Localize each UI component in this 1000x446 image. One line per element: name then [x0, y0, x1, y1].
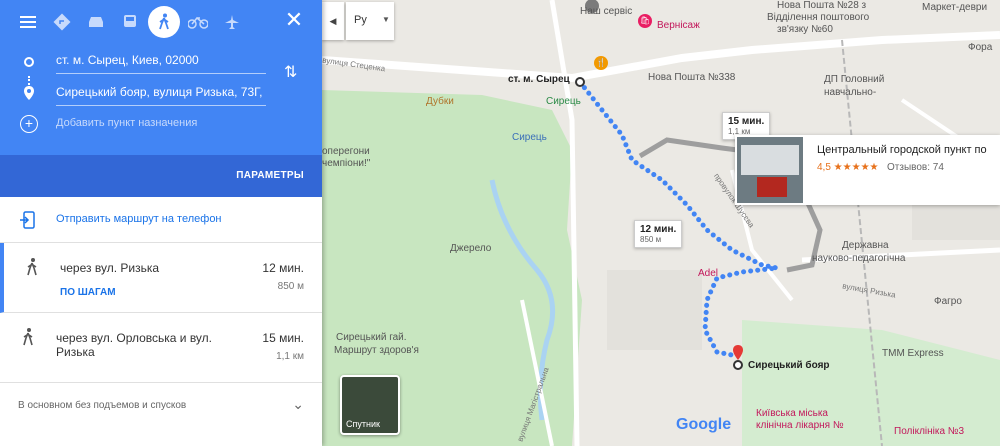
label-syrets-metro[interactable]: Сирець — [546, 96, 581, 107]
origin-marker — [575, 77, 585, 87]
maps-app: ✕ ст. м. Сырец, Киев, 02000 ⇅ Сирецький … — [0, 0, 1000, 446]
walking-icon — [27, 258, 37, 276]
destination-input[interactable]: Сирецький бояр, вулиця Ризька, 73Г, — [56, 85, 266, 106]
car-route-icon[interactable] — [46, 6, 78, 38]
bicycle-icon[interactable] — [182, 6, 214, 38]
label-navchalno[interactable]: навчально- — [824, 87, 876, 98]
route-distance: 1,1 км — [276, 351, 304, 362]
bubble-distance: 850 м — [640, 235, 662, 244]
restaurant-poi-icon[interactable]: 🍴 — [594, 56, 608, 70]
label-klinichna[interactable]: Київська міська — [756, 408, 828, 419]
origin-row: ст. м. Сырец, Киев, 02000 — [0, 48, 322, 78]
google-logo: Google — [676, 416, 732, 433]
label-fora[interactable]: Фора — [968, 42, 992, 53]
elevation-info-label: В основном без подъемов и спусков — [18, 400, 187, 411]
label-derzhavna[interactable]: Державна — [842, 240, 889, 251]
route-time: 15 мин. — [262, 331, 304, 345]
params-bar: ПАРАМЕТРЫ — [0, 155, 322, 197]
elevation-info-row[interactable]: В основном без подъемов и спусков ⌄ — [0, 384, 322, 428]
steps-link[interactable]: ПО ШАГАМ — [60, 287, 116, 298]
place-rating: 4,5 ★★★★★ — [817, 162, 879, 173]
label-zvyazku[interactable]: зв'язку №60 — [777, 24, 833, 35]
route-distance: 850 м — [277, 281, 304, 292]
label-likarnya[interactable]: клінічна лікарня № — [756, 420, 844, 431]
add-destination-row[interactable]: + Добавить пункт назначения — [0, 112, 322, 136]
label-destination[interactable]: Сирецький бояр — [748, 360, 830, 371]
label-nash-servis[interactable]: Наш сервіс — [580, 6, 632, 17]
satellite-toggle[interactable]: Спутник — [340, 375, 400, 435]
directions-panel: ✕ ст. м. Сырец, Киев, 02000 ⇅ Сирецький … — [0, 0, 322, 446]
label-syrets-gai[interactable]: Сирецький гай. — [336, 332, 407, 343]
route-name: через вул. Ризька — [60, 261, 160, 275]
plus-icon: + — [20, 115, 38, 133]
place-card[interactable]: Центральный городской пункт по 4,5 ★★★★★… — [735, 135, 1000, 205]
route-option-2[interactable]: через вул. Орловська и вул. Ризька 15 ми… — [0, 313, 322, 383]
place-reviews: Отзывов: 74 — [887, 162, 944, 173]
map-canvas[interactable]: ◀ Ру ▼ 🛍 Наш сервіс Вернісаж Нова Пошта … — [322, 0, 1000, 446]
label-viddilennya[interactable]: Відділення поштового — [767, 12, 869, 23]
label-champions[interactable]: чемпіони!" — [322, 158, 370, 169]
params-button[interactable]: ПАРАМЕТРЫ — [236, 170, 304, 181]
flight-icon[interactable] — [216, 6, 248, 38]
label-vernisazh[interactable]: Вернісаж — [657, 20, 700, 31]
language-value: Ру — [354, 14, 367, 26]
label-tmm[interactable]: TMM Express — [882, 348, 944, 359]
walking-icon — [23, 328, 33, 346]
language-select[interactable]: Ру ▼ — [346, 2, 394, 40]
menu-icon[interactable] — [12, 6, 44, 38]
send-to-phone-icon — [20, 211, 35, 229]
swap-icon[interactable]: ⇅ — [284, 62, 297, 82]
bubble-time: 12 мин. — [640, 224, 677, 235]
origin-dot-icon — [24, 57, 34, 67]
label-peregony[interactable]: оперегони — [322, 146, 370, 157]
satellite-label: Спутник — [346, 419, 380, 429]
dropdown-arrow-icon: ▼ — [382, 15, 390, 24]
destination-pin — [733, 345, 743, 360]
collapse-panel-button[interactable]: ◀ — [322, 2, 344, 40]
label-marshrut[interactable]: Маршрут здоров'я — [334, 345, 419, 356]
transit-icon[interactable] — [114, 6, 146, 38]
car-icon[interactable] — [80, 6, 112, 38]
route-time-bubble-12[interactable]: 12 мин. 850 м — [634, 220, 683, 248]
label-nova-poshta-28[interactable]: Нова Пошта №28 з — [777, 0, 866, 11]
label-dubky[interactable]: Дубки — [426, 96, 454, 107]
add-destination-label: Добавить пункт назначения — [56, 117, 198, 129]
label-dzherelo[interactable]: Джерело — [450, 243, 491, 254]
travel-modes: ✕ — [0, 0, 322, 44]
label-dp-golovnyi[interactable]: ДП Головний — [824, 74, 884, 85]
directions-header: ✕ ст. м. Сырец, Киев, 02000 ⇅ Сирецький … — [0, 0, 322, 197]
send-to-phone-label: Отправить маршрут на телефон — [56, 213, 222, 225]
send-to-phone-row[interactable]: Отправить маршрут на телефон — [0, 197, 322, 243]
block — [607, 270, 702, 350]
destination-marker — [733, 360, 743, 370]
chevron-down-icon: ⌄ — [292, 396, 304, 412]
label-syrets-bus[interactable]: Сирець — [512, 132, 547, 143]
walking-icon[interactable] — [148, 6, 180, 38]
route-time: 12 мин. — [262, 261, 304, 275]
route-option-1[interactable]: через вул. Ризька 12 мин. 850 м ПО ШАГАМ — [0, 243, 322, 313]
label-fagro[interactable]: Фагро — [934, 296, 962, 307]
label-origin-station[interactable]: ст. м. Сырец — [508, 74, 570, 85]
place-title: Центральный городской пункт по — [817, 144, 987, 156]
close-icon[interactable]: ✕ — [280, 6, 308, 34]
label-market[interactable]: Маркет-деври — [922, 2, 987, 13]
place-photo — [737, 137, 803, 203]
bubble-time: 15 мин. — [728, 116, 765, 127]
origin-input[interactable]: ст. м. Сырец, Киев, 02000 — [56, 53, 266, 74]
label-nova-poshta[interactable]: Нова Пошта №338 — [648, 72, 735, 83]
label-naukovo[interactable]: науково-педагогічна — [812, 253, 905, 264]
label-poliklinika[interactable]: Поліклініка №3 — [894, 426, 964, 437]
destination-row: Сирецький бояр, вулиця Ризька, 73Г, — [0, 80, 322, 110]
route-name: через вул. Орловська и вул. Ризька — [56, 331, 213, 359]
label-adel[interactable]: Adel — [698, 268, 718, 279]
shopping-poi-icon[interactable]: 🛍 — [638, 14, 652, 28]
destination-pin-icon — [24, 86, 34, 100]
